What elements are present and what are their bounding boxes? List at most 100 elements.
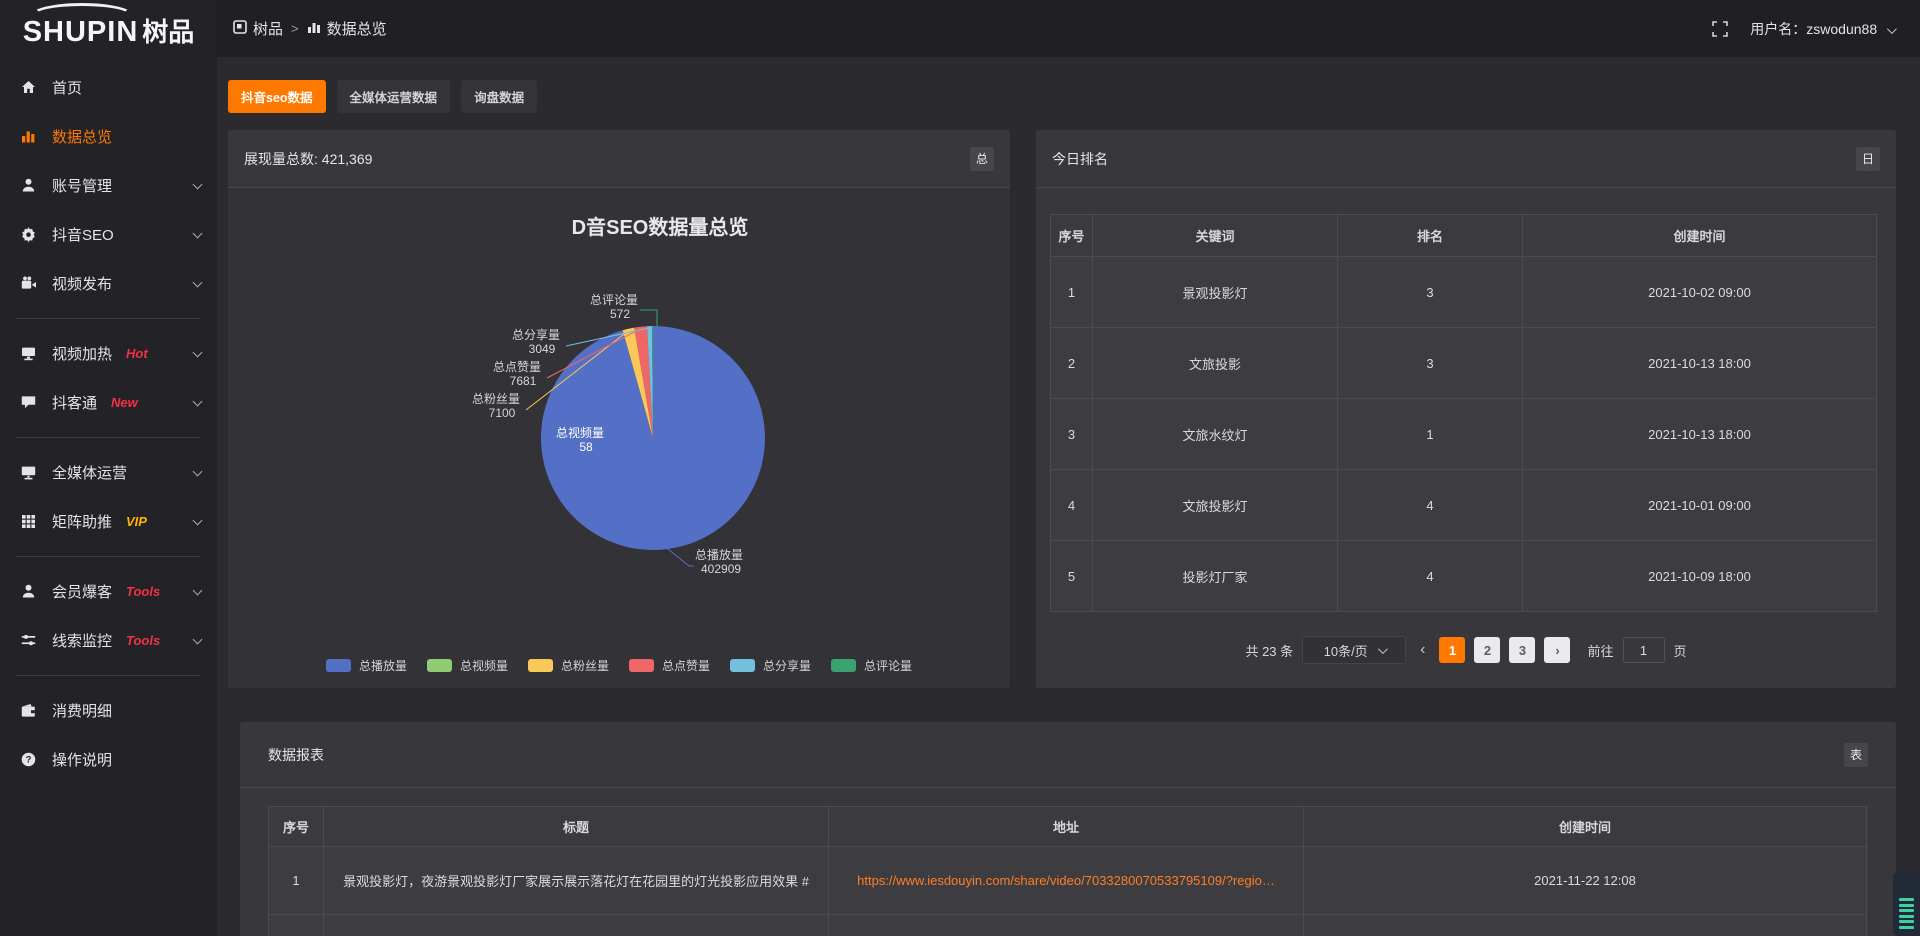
sidebar-item-label: 会员爆客 [52,581,112,602]
sidebar-item-账号管理[interactable]: 账号管理 [0,161,217,210]
logo-arc-decoration [30,3,134,29]
pie-label-value: 58 [579,440,593,454]
breadcrumb: 树品 > 数据总览 [233,18,387,39]
sidebar-badge-VIP: VIP [126,514,147,529]
legend-label: 总分享量 [763,657,811,674]
sidebar-item-视频发布[interactable]: 视频发布 [0,259,217,308]
sidebar-item-矩阵助推[interactable]: 矩阵助推VIP [0,497,217,546]
table-cell: 文旅投影 [1093,328,1338,399]
sidebar-item-视频加热[interactable]: 视频加热Hot [0,329,217,378]
question-icon: ? [20,751,37,768]
legend-item-总评论量[interactable]: 总评论量 [831,657,912,674]
table-row[interactable]: 2文旅投影32021-10-13 18:00 [1051,328,1878,399]
page-button-1[interactable]: 1 [1439,637,1465,663]
table-cell [269,915,324,936]
pie-label-value: 7681 [510,374,537,388]
svg-text:?: ? [26,755,32,766]
table-row[interactable]: 1景观投影灯，夜游景观投影灯厂家展示展示落花灯在花园里的灯光投影应用效果 #ht… [269,847,1868,915]
column-header-序号: 序号 [269,807,324,847]
chevron-down-icon [193,277,203,287]
goto-label: 前往 [1587,641,1613,660]
sidebar-item-首页[interactable]: 首页 [0,63,217,112]
table-cell [829,915,1304,936]
column-header-关键词: 关键词 [1093,215,1338,257]
user-icon [20,177,37,194]
table-cell: 5 [1051,541,1093,612]
sidebar-item-消费明细[interactable]: 消费明细 [0,686,217,735]
sidebar-item-操作说明[interactable]: ? 操作说明 [0,735,217,784]
sidebar-item-label: 操作说明 [52,749,112,770]
sidebar-item-label: 消费明细 [52,700,112,721]
pie-label-value: 3049 [529,342,556,356]
legend-item-总点赞量[interactable]: 总点赞量 [629,657,710,674]
legend-item-总视频量[interactable]: 总视频量 [427,657,508,674]
day-view-button[interactable]: 日 [1856,147,1880,171]
table-cell: 文旅投影灯 [1093,470,1338,541]
report-table: 序号标题地址创建时间1景观投影灯，夜游景观投影灯厂家展示展示落花灯在花园里的灯光… [268,806,1868,936]
table-row[interactable]: 5投影灯厂家42021-10-09 18:00 [1051,541,1878,612]
customer-service-widget[interactable] [1893,872,1920,936]
sidebar-item-label: 首页 [52,77,82,98]
table-cell [324,915,829,936]
table-cell: 4 [1051,470,1093,541]
report-panel-title: 数据报表 [268,745,324,765]
table-cell: 3 [1338,257,1523,328]
goto-unit-label: 页 [1674,641,1687,660]
table-cell: 2 [1051,328,1093,399]
chevron-down-icon [1378,644,1388,654]
sidebar-item-数据总览[interactable]: 数据总览 [0,112,217,161]
sidebar-item-label: 视频发布 [52,273,112,294]
page-size-select[interactable]: 10条/页 [1302,636,1406,664]
table-row[interactable]: 4文旅投影灯42021-10-01 09:00 [1051,470,1878,541]
home-icon [20,79,37,96]
breadcrumb-current-label: 数据总览 [327,18,387,39]
table-row[interactable]: 1景观投影灯32021-10-02 09:00 [1051,257,1878,328]
tab-询盘数据[interactable]: 询盘数据 [461,80,537,113]
table-cell: 2021-10-13 18:00 [1523,399,1877,470]
legend-item-总粉丝量[interactable]: 总粉丝量 [528,657,609,674]
column-header-序号: 序号 [1051,215,1093,257]
fullscreen-icon[interactable] [1712,21,1728,37]
pie-label-name: 总评论量 [590,293,638,307]
breadcrumb-root[interactable]: 树品 [233,18,283,39]
wallet-icon [20,702,37,719]
table-view-button[interactable]: 表 [1844,743,1868,767]
page-size-value: 10条/页 [1324,641,1368,660]
sidebar-item-会员爆客[interactable]: 会员爆客Tools [0,567,217,616]
data-report-panel: 数据报表 表 序号标题地址创建时间1景观投影灯，夜游景观投影灯厂家展示展示落花灯… [240,722,1896,936]
sidebar-item-全媒体运营[interactable]: 全媒体运营 [0,448,217,497]
report-panel-header: 数据报表 表 [240,722,1896,788]
goto-page-input[interactable] [1623,637,1665,663]
comment-icon [20,394,37,411]
table-cell: 2021-11-22 12:08 [1304,847,1867,915]
column-header-标题: 标题 [324,807,829,847]
table-header-row: 序号关键词排名创建时间 [1051,215,1878,257]
legend-item-总播放量[interactable]: 总播放量 [326,657,407,674]
seo-chart-panel: 展现量总数: 421,369 总 D音SEO数据量总览总播放量402909总视频… [228,130,1010,688]
label-line-总评论量 [640,310,657,327]
tab-抖音seo数据[interactable]: 抖音seo数据 [228,80,326,113]
table-cell: 文旅水纹灯 [1093,399,1338,470]
breadcrumb-current[interactable]: 数据总览 [307,18,387,39]
chevron-down-icon [193,228,203,238]
app-logo[interactable]: SHUPIN 树品 [0,0,217,57]
video-link[interactable]: https://www.iesdouyin.com/share/video/70… [857,873,1275,888]
sidebar-item-线索监控[interactable]: 线索监控Tools [0,616,217,665]
pie-label-name: 总播放量 [695,547,743,562]
username-display[interactable]: 用户名：zswodun88 [1750,19,1894,39]
table-row[interactable]: 3文旅水纹灯12021-10-13 18:00 [1051,399,1878,470]
column-header-创建时间: 创建时间 [1304,807,1867,847]
table-cell: 1 [1338,399,1523,470]
sidebar-item-抖客通[interactable]: 抖客通New [0,378,217,427]
page-button-3[interactable]: 3 [1509,637,1535,663]
tab-全媒体运营数据[interactable]: 全媒体运营数据 [337,80,451,113]
legend-item-总分享量[interactable]: 总分享量 [730,657,811,674]
prev-page-button[interactable]: ‹ [1415,641,1430,659]
table-cell: 2021-10-02 09:00 [1523,257,1877,328]
top-header-bar: SHUPIN 树品 树品 > 数据总览 [0,0,1920,57]
sidebar-divider [16,556,201,557]
page-button-2[interactable]: 2 [1474,637,1500,663]
next-page-button[interactable]: › [1544,637,1570,663]
sidebar-item-抖音SEO[interactable]: 抖音SEO [0,210,217,259]
total-view-button[interactable]: 总 [970,147,994,171]
